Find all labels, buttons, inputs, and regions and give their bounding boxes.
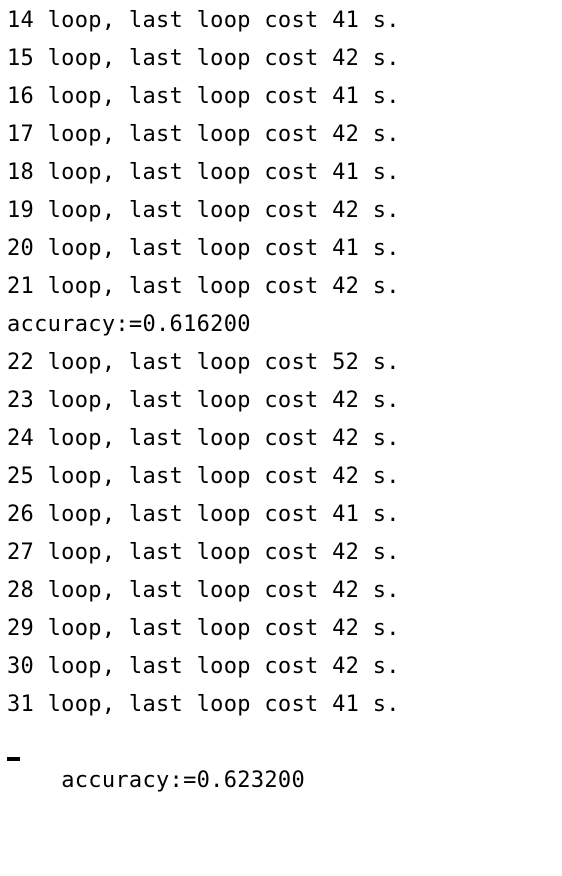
terminal-line: 25 loop, last loop cost 42 s. bbox=[7, 464, 400, 489]
terminal-line: 20 loop, last loop cost 41 s. bbox=[7, 236, 400, 261]
accuracy-line: accuracy:=0.616200 bbox=[7, 312, 251, 337]
terminal-line: 14 loop, last loop cost 41 s. bbox=[7, 8, 400, 33]
terminal-line: 23 loop, last loop cost 42 s. bbox=[7, 388, 400, 413]
terminal-line: 29 loop, last loop cost 42 s. bbox=[7, 616, 400, 641]
terminal-line: 21 loop, last loop cost 42 s. bbox=[7, 274, 400, 299]
terminal-line: 30 loop, last loop cost 42 s. bbox=[7, 654, 400, 679]
terminal-line: 24 loop, last loop cost 42 s. bbox=[7, 426, 400, 451]
accuracy-line: accuracy:=0.623200 bbox=[61, 768, 305, 793]
terminal-line: 28 loop, last loop cost 42 s. bbox=[7, 578, 400, 603]
terminal-line: 17 loop, last loop cost 42 s. bbox=[7, 122, 400, 147]
terminal-line: 31 loop, last loop cost 41 s. bbox=[7, 692, 400, 717]
terminal-line: 15 loop, last loop cost 42 s. bbox=[7, 46, 400, 71]
terminal-line: 22 loop, last loop cost 52 s. bbox=[7, 350, 400, 375]
terminal-line: 18 loop, last loop cost 41 s. bbox=[7, 160, 400, 185]
terminal-line: 26 loop, last loop cost 41 s. bbox=[7, 502, 400, 527]
cursor-line: accuracy:=0.623200 bbox=[7, 724, 562, 793]
terminal-line: 16 loop, last loop cost 41 s. bbox=[7, 84, 400, 109]
terminal-line: 19 loop, last loop cost 42 s. bbox=[7, 198, 400, 223]
terminal-line: 27 loop, last loop cost 42 s. bbox=[7, 540, 400, 565]
terminal-output[interactable]: 14 loop, last loop cost 41 s. 15 loop, l… bbox=[0, 0, 562, 793]
